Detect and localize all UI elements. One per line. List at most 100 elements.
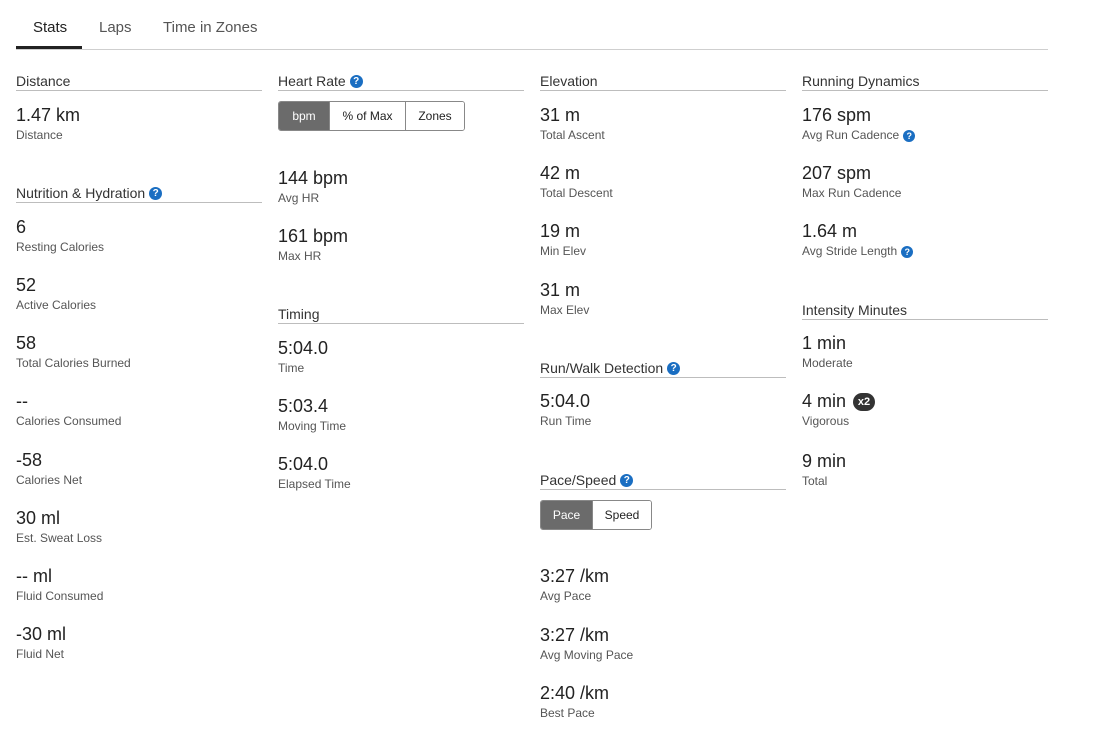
stat-sweat-loss: 30 ml Est. Sweat Loss xyxy=(16,507,102,546)
run-walk-section-header: Run/Walk Detection? xyxy=(540,357,786,378)
stat-value: 3:27 /km xyxy=(540,625,610,645)
stat-value: -- ml xyxy=(16,566,52,586)
stat-label: Fluid Consumed xyxy=(16,589,104,603)
tab-stats[interactable]: Stats xyxy=(33,19,67,36)
stat-label: Total Descent xyxy=(540,186,613,200)
question-mark-icon[interactable]: ? xyxy=(149,186,163,200)
tab-bar: Stats Laps Time in Zones xyxy=(16,0,1048,50)
stat-fluid-consumed: -- ml Fluid Consumed xyxy=(16,565,103,604)
stat-label-row: Avg Stride Length? xyxy=(802,243,914,259)
stat-value: 207 spm xyxy=(802,163,872,183)
stat-label: Moving Time xyxy=(278,419,347,433)
stat-avg-hr: 144 bpm Avg HR xyxy=(278,167,348,206)
stat-total-minutes: 9 min Total xyxy=(802,450,846,489)
stat-value: 19 m xyxy=(540,221,581,241)
toggle-bpm[interactable]: bpm xyxy=(279,102,329,130)
stat-label: Max Run Cadence xyxy=(802,186,902,200)
running-dynamics-header-title: Running Dynamics xyxy=(802,73,920,90)
distance-section-header: Distance xyxy=(16,70,262,91)
stat-label: Vigorous xyxy=(802,414,850,428)
stat-vigorous-minutes: 4 min x2 Vigorous xyxy=(802,390,876,429)
stat-calories-consumed: -- Calories Consumed xyxy=(16,390,121,429)
stat-value: 52 xyxy=(16,275,37,295)
nutrition-header-title: Nutrition & Hydration xyxy=(16,185,146,202)
stat-label: Avg Moving Pace xyxy=(540,648,634,662)
stat-label: Time xyxy=(278,361,305,375)
stat-label: Avg Pace xyxy=(540,589,592,603)
stat-label: Resting Calories xyxy=(16,240,105,254)
stat-value: 2:40 /km xyxy=(540,683,610,703)
stat-elapsed-time: 5:04.0 Elapsed Time xyxy=(278,453,351,492)
timing-header-title: Timing xyxy=(278,306,320,323)
stat-value: 3:27 /km xyxy=(540,566,610,586)
stat-value: 1 min xyxy=(802,333,847,353)
timing-section-header: Timing xyxy=(278,303,524,324)
stat-moderate-minutes: 1 min Moderate xyxy=(802,332,853,371)
stat-label: Best Pace xyxy=(540,706,595,720)
stat-value: 4 min xyxy=(802,391,847,411)
stat-max-hr: 161 bpm Max HR xyxy=(278,225,348,264)
heart-rate-header-title: Heart Rate xyxy=(278,73,346,90)
stat-value: 58 xyxy=(16,333,37,353)
stat-avg-stride-length: 1.64 m Avg Stride Length? xyxy=(802,220,914,259)
intensity-minutes-header-title: Intensity Minutes xyxy=(802,302,908,319)
toggle-zones[interactable]: Zones xyxy=(405,102,464,130)
stat-run-time: 5:04.0 Run Time xyxy=(540,390,591,429)
tab-laps[interactable]: Laps xyxy=(99,19,132,36)
stat-total-descent: 42 m Total Descent xyxy=(540,162,613,201)
elevation-header-title: Elevation xyxy=(540,73,598,90)
pace-speed-header-title: Pace/Speed xyxy=(540,472,617,489)
stat-total-calories: 58 Total Calories Burned xyxy=(16,332,131,371)
stat-label: Max HR xyxy=(278,249,322,263)
stat-label: Distance xyxy=(16,128,63,142)
stat-value: 5:04.0 xyxy=(278,454,329,474)
stat-label-row: Avg Run Cadence? xyxy=(802,127,916,143)
stat-label: Est. Sweat Loss xyxy=(16,531,103,545)
stat-value: 1.47 km xyxy=(16,105,81,125)
run-walk-header-title: Run/Walk Detection xyxy=(540,360,664,377)
toggle-pace[interactable]: Pace xyxy=(541,501,592,529)
stat-value: 5:03.4 xyxy=(278,396,329,416)
stat-label: Min Elev xyxy=(540,244,587,258)
question-mark-icon[interactable]: ? xyxy=(349,74,363,88)
stat-label: Avg Stride Length xyxy=(802,244,898,258)
question-mark-icon[interactable]: ? xyxy=(620,473,634,487)
stat-value: 1.64 m xyxy=(802,221,858,241)
distance-header-title: Distance xyxy=(16,73,71,90)
stat-value: -- xyxy=(16,391,28,411)
stat-calories-net: -58 Calories Net xyxy=(16,449,82,488)
toggle-speed[interactable]: Speed xyxy=(592,501,651,529)
stat-label: Run Time xyxy=(540,414,592,428)
stat-distance: 1.47 km Distance xyxy=(16,104,80,143)
stat-total-ascent: 31 m Total Ascent xyxy=(540,104,605,143)
tab-time-in-zones[interactable]: Time in Zones xyxy=(163,19,257,36)
heart-rate-unit-toggle: bpm % of Max Zones xyxy=(278,101,465,131)
nutrition-section-header: Nutrition & Hydration? xyxy=(16,182,262,203)
stat-value: 9 min xyxy=(802,451,847,471)
question-mark-icon[interactable]: ? xyxy=(903,129,916,142)
stat-label: Calories Net xyxy=(16,473,83,487)
stat-value: 5:04.0 xyxy=(540,391,591,411)
stat-value: 42 m xyxy=(540,163,581,183)
stat-avg-pace: 3:27 /km Avg Pace xyxy=(540,565,609,604)
question-mark-icon[interactable]: ? xyxy=(901,245,914,258)
running-dynamics-section-header: Running Dynamics xyxy=(802,70,1048,91)
stat-label: Fluid Net xyxy=(16,647,65,661)
stat-label: Calories Consumed xyxy=(16,414,122,428)
stat-resting-calories: 6 Resting Calories xyxy=(16,216,104,255)
stat-min-elev: 19 m Min Elev xyxy=(540,220,586,259)
question-mark-icon[interactable]: ? xyxy=(667,361,681,375)
stat-label: Total xyxy=(802,474,828,488)
stat-moving-time: 5:03.4 Moving Time xyxy=(278,395,346,434)
intensity-minutes-section-header: Intensity Minutes xyxy=(802,299,1048,320)
stat-label: Active Calories xyxy=(16,298,97,312)
stat-value: 31 m xyxy=(540,105,581,125)
toggle-percent-of-max[interactable]: % of Max xyxy=(329,102,405,130)
stat-value: 161 bpm xyxy=(278,226,349,246)
stat-value: 5:04.0 xyxy=(278,338,329,358)
stat-label: Total Ascent xyxy=(540,128,605,142)
stat-value-row: 4 min x2 xyxy=(802,390,876,412)
pace-speed-toggle: Pace Speed xyxy=(540,500,652,530)
stat-label: Total Calories Burned xyxy=(16,356,131,370)
stat-active-calories: 52 Active Calories xyxy=(16,274,96,313)
